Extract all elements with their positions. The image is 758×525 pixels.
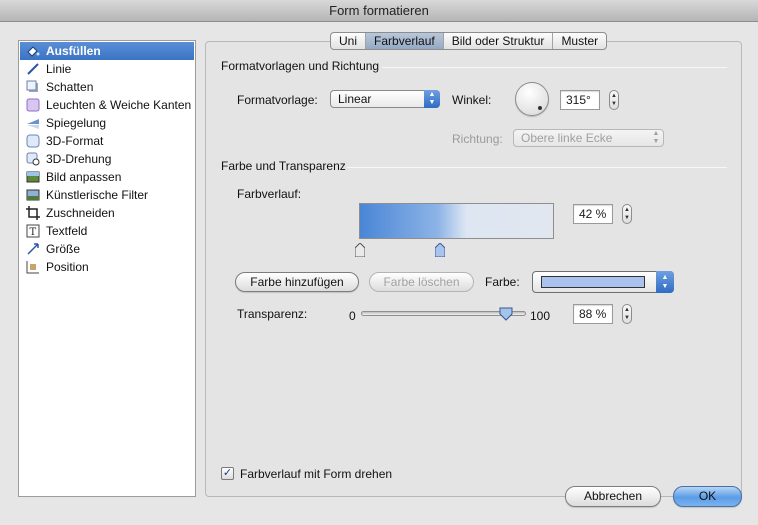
sidebar-item-label: Größe bbox=[46, 242, 81, 256]
direction-label: Richtung: bbox=[452, 132, 503, 146]
add-color-button[interactable]: Farbe hinzufügen bbox=[235, 272, 359, 292]
sidebar-item-label: 3D-Drehung bbox=[46, 152, 112, 166]
sidebar-item-label: Spiegelung bbox=[46, 116, 107, 130]
sidebar-item-label: Künstlerische Filter bbox=[46, 188, 149, 202]
tab-picture-texture[interactable]: Bild oder Struktur bbox=[444, 33, 554, 49]
dial-indicator-icon bbox=[538, 106, 542, 110]
transparency-max-label: 100 bbox=[530, 309, 551, 323]
sidebar-item-textbox[interactable]: T Textfeld bbox=[20, 222, 194, 240]
transparency-slider-knob[interactable] bbox=[499, 307, 513, 321]
angle-field[interactable]: 315° bbox=[560, 90, 600, 110]
3d-rotation-icon bbox=[26, 152, 40, 166]
size-icon bbox=[27, 243, 39, 255]
style-label: Formatvorlage: bbox=[237, 93, 318, 107]
cancel-button[interactable]: Abbrechen bbox=[565, 486, 661, 507]
sidebar-item-picture-adjust[interactable]: Bild anpassen bbox=[20, 168, 194, 186]
delete-color-button[interactable]: Farbe löschen bbox=[369, 272, 474, 292]
sidebar-item-size[interactable]: Größe bbox=[20, 240, 194, 258]
3d-format-icon bbox=[26, 134, 40, 148]
transparency-label: Transparenz: bbox=[237, 307, 308, 321]
sidebar-item-fill[interactable]: Ausfüllen bbox=[20, 42, 194, 60]
shadow-icon bbox=[26, 80, 38, 92]
sidebar-item-label: Position bbox=[46, 260, 89, 274]
direction-popup[interactable]: Obere linke Ecke ▲ ▼ bbox=[513, 129, 664, 147]
tab-solid[interactable]: Uni bbox=[331, 33, 367, 49]
stop-position-stepper[interactable]: ▲ ▼ bbox=[622, 204, 632, 224]
style-popup[interactable]: Linear ▲ ▼ bbox=[330, 90, 440, 108]
sidebar-item-label: 3D-Format bbox=[46, 134, 104, 148]
angle-label: Winkel: bbox=[452, 93, 492, 107]
sidebar-item-label: Linie bbox=[46, 62, 72, 76]
section-divider bbox=[382, 67, 727, 68]
sidebar-item-label: Textfeld bbox=[46, 224, 88, 238]
tab-pattern[interactable]: Muster bbox=[553, 33, 606, 49]
rotate-with-shape-checkbox[interactable]: ✓ bbox=[221, 467, 234, 480]
category-sidebar: Ausfüllen Linie Schatten Leuchten & Weic… bbox=[18, 40, 196, 497]
color-swatch bbox=[541, 276, 645, 288]
sidebar-item-glow[interactable]: Leuchten & Weiche Kanten bbox=[20, 96, 194, 114]
sidebar-item-label: Bild anpassen bbox=[46, 170, 122, 184]
angle-dial[interactable] bbox=[515, 82, 549, 116]
sidebar-item-3d-rotation[interactable]: 3D-Drehung bbox=[20, 150, 194, 168]
gradient-stop-handle-selected[interactable] bbox=[435, 243, 445, 257]
direction-popup-value: Obere linke Ecke bbox=[521, 131, 613, 145]
sidebar-item-label: Leuchten & Weiche Kanten bbox=[46, 98, 192, 112]
line-icon bbox=[27, 63, 39, 75]
paint-bucket-icon bbox=[27, 46, 40, 57]
svg-text:T: T bbox=[30, 227, 37, 238]
color-label: Farbe: bbox=[485, 275, 520, 289]
sidebar-item-crop[interactable]: Zuschneiden bbox=[20, 204, 194, 222]
ok-button[interactable]: OK bbox=[673, 486, 742, 507]
glow-icon bbox=[26, 98, 40, 112]
dialog-window: Ausfüllen Linie Schatten Leuchten & Weic… bbox=[0, 22, 758, 525]
sidebar-item-3d-format[interactable]: 3D-Format bbox=[20, 132, 194, 150]
gradient-preview bbox=[359, 203, 554, 239]
artistic-filter-icon bbox=[26, 189, 40, 201]
picture-adjust-icon bbox=[26, 171, 40, 183]
sidebar-item-label: Schatten bbox=[46, 80, 94, 94]
window-title: Form formatieren bbox=[0, 0, 758, 22]
transparency-stepper[interactable]: ▲ ▼ bbox=[622, 304, 632, 324]
transparency-field[interactable]: 88 % bbox=[573, 304, 613, 324]
sidebar-item-label: Zuschneiden bbox=[46, 206, 115, 220]
crop-icon bbox=[26, 206, 40, 220]
section-title-style-direction: Formatvorlagen und Richtung bbox=[221, 59, 380, 73]
rotate-with-shape-label: Farbverlauf mit Form drehen bbox=[240, 467, 393, 481]
sidebar-item-label: Ausfüllen bbox=[46, 44, 101, 58]
angle-stepper[interactable]: ▲ ▼ bbox=[609, 90, 619, 110]
gradient-label: Farbverlauf: bbox=[237, 187, 302, 201]
fill-type-tabs: Uni Farbverlauf Bild oder Struktur Muste… bbox=[330, 32, 608, 50]
color-popup[interactable]: ▲ ▼ bbox=[532, 271, 674, 293]
position-icon bbox=[26, 261, 39, 274]
sidebar-item-position[interactable]: Position bbox=[20, 258, 194, 276]
gradient-stop-handle[interactable] bbox=[355, 243, 365, 257]
tab-gradient[interactable]: Farbverlauf bbox=[366, 33, 444, 49]
style-popup-value: Linear bbox=[338, 92, 372, 106]
textbox-icon: T bbox=[26, 224, 40, 238]
popup-arrows-icon: ▲ ▼ bbox=[656, 271, 674, 293]
popup-arrows-icon: ▲ ▼ bbox=[424, 90, 440, 108]
transparency-min-label: 0 bbox=[349, 309, 356, 323]
sidebar-item-shadow[interactable]: Schatten bbox=[20, 78, 194, 96]
stop-position-field[interactable]: 42 % bbox=[573, 204, 613, 224]
sidebar-item-line[interactable]: Linie bbox=[20, 60, 194, 78]
section-title-color-transparency: Farbe und Transparenz bbox=[221, 159, 346, 173]
gradient-panel: Formatvorlagen und Richtung Formatvorlag… bbox=[205, 41, 742, 497]
sidebar-item-reflection[interactable]: Spiegelung bbox=[20, 114, 194, 132]
popup-arrows-icon: ▲ ▼ bbox=[652, 130, 660, 145]
reflection-icon bbox=[27, 119, 39, 129]
sidebar-item-artistic-filter[interactable]: Künstlerische Filter bbox=[20, 186, 194, 204]
section-divider bbox=[347, 167, 727, 168]
